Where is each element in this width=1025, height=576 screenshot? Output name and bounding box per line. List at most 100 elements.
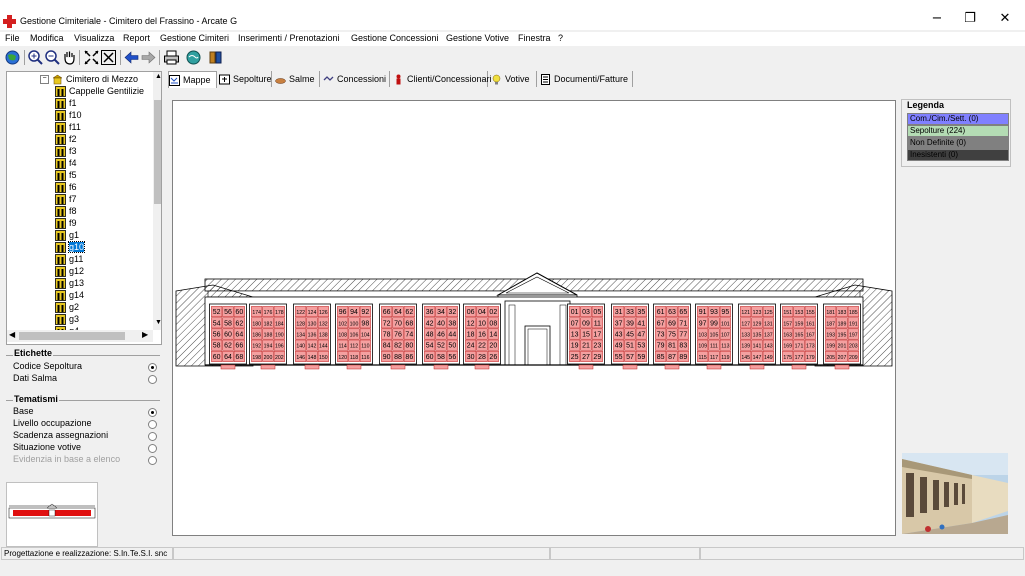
tree-item[interactable]: Cappelle Gentilizie (55, 86, 144, 98)
niche-code: 38 (448, 320, 456, 327)
tree-item[interactable]: f9 (55, 218, 77, 230)
fit-extent-icon[interactable] (83, 49, 100, 66)
full-extent-icon[interactable] (100, 49, 117, 66)
zoom-out-icon[interactable] (44, 49, 61, 66)
tab-sepolture[interactable]: Sepolture (219, 71, 272, 87)
minimize-button[interactable]: − (919, 8, 955, 30)
tree-item[interactable]: g10 (55, 241, 86, 254)
menu-modifica[interactable]: Modifica (30, 33, 64, 43)
niche-code: 88 (394, 354, 402, 361)
tematismi-radio[interactable] (148, 456, 157, 465)
menu-report[interactable]: Report (123, 33, 150, 43)
arcade-section-icon (55, 290, 66, 302)
scroll-left-icon[interactable]: ◀ (9, 330, 15, 339)
map-globe-icon[interactable] (185, 49, 202, 66)
tematismi-option-label[interactable]: Livello occupazione (13, 418, 92, 428)
cemetery-map[interactable]: 52 56 60 54 58 62 56 60 64 58 62 66 60 64 68 174 176 178 1… (172, 100, 896, 536)
tab-mappe[interactable]: Mappe (168, 71, 217, 88)
etichette-option-label[interactable]: Codice Sepoltura (13, 361, 82, 371)
tematismi-option-label[interactable]: Situazione votive (13, 442, 81, 452)
tab-votive[interactable]: Votive (491, 71, 537, 87)
niche-code: 200 (264, 355, 273, 361)
niche-code: 176 (264, 310, 273, 316)
tree-item[interactable]: f5 (55, 170, 77, 182)
menu-visualizza[interactable]: Visualizza (74, 33, 114, 43)
restore-button[interactable]: ❐ (952, 8, 988, 30)
tab-concessioni[interactable]: Concessioni (323, 71, 390, 87)
tree-vertical-scrollbar[interactable]: ▲ ▼ (153, 72, 161, 330)
menu-gestione-votive[interactable]: Gestione Votive (446, 33, 509, 43)
menu-gestione-cimiteri[interactable]: Gestione Cimiteri (160, 33, 229, 43)
tree-item[interactable]: f3 (55, 146, 77, 158)
tematismi-option-label[interactable]: Base (13, 406, 34, 416)
niche-code: 68 (235, 354, 243, 361)
tree-item[interactable]: f10 (55, 110, 82, 122)
niche-code: 76 (394, 332, 402, 339)
tab-salme[interactable]: Salme (275, 71, 320, 87)
arcade-section-icon (55, 218, 66, 230)
niche-code: 86 (405, 354, 413, 361)
etichette-radio[interactable] (148, 363, 157, 372)
niche-code: 119 (721, 355, 729, 361)
arcade-section-icon (55, 122, 66, 134)
niche-code: 67 (657, 320, 665, 327)
tematismi-radio[interactable] (148, 444, 157, 453)
menu-file[interactable]: File (5, 33, 20, 43)
scroll-right-icon[interactable]: ▶ (142, 330, 148, 339)
globe-icon[interactable] (4, 49, 21, 66)
overview-minimap[interactable] (6, 482, 98, 547)
tree-item[interactable]: g1 (55, 230, 79, 242)
menu-finestra[interactable]: Finestra (518, 33, 551, 43)
tree-scroll-thumb[interactable] (154, 100, 161, 204)
tree-root[interactable]: − Cimitero di Mezzo (40, 74, 138, 86)
tematismi-radio[interactable] (148, 420, 157, 429)
tree-item[interactable]: f6 (55, 182, 77, 194)
scroll-down-icon[interactable]: ▼ (155, 319, 161, 326)
collapse-icon[interactable]: − (40, 75, 49, 85)
niche-code: 190 (275, 333, 284, 339)
tab-clienti-concessionari[interactable]: Clienti/Concessionari (393, 71, 492, 87)
niche-code: 136 (308, 333, 317, 339)
tree-item[interactable]: f1 (55, 98, 77, 110)
tree-hscroll-thumb[interactable] (19, 332, 125, 340)
tematismi-radio[interactable] (148, 432, 157, 441)
menu-inserimenti-prenotazioni[interactable]: Inserimenti / Prenotazioni (238, 33, 340, 43)
scroll-up-icon[interactable]: ▲ (155, 73, 161, 80)
tree-item[interactable]: f11 (55, 122, 81, 134)
tree-item[interactable]: f4 (55, 158, 77, 170)
pan-hand-icon[interactable] (61, 49, 78, 66)
tematismi-option-label[interactable]: Evidenzia in base a elenco (13, 454, 120, 464)
close-button[interactable]: ✕ (987, 8, 1023, 30)
menu-gestione-concessioni[interactable]: Gestione Concessioni (351, 33, 439, 43)
menu-help[interactable]: ? (558, 33, 563, 43)
etichette-option-label[interactable]: Dati Salma (13, 373, 57, 383)
tree-item[interactable]: g11 (55, 254, 83, 266)
tree-item[interactable]: g3 (55, 314, 79, 326)
cemetery-tree[interactable]: − Cimitero di Mezzo Cappelle Gentilizie f1… (6, 71, 162, 345)
tree-item[interactable]: g14 (55, 290, 84, 302)
niche-code: 101 (721, 321, 730, 327)
tools-icon[interactable] (207, 49, 224, 66)
tree-item[interactable]: g12 (55, 266, 84, 278)
niche-code: 27 (582, 354, 590, 361)
back-arrow-icon[interactable] (123, 49, 140, 66)
tree-item[interactable]: f2 (55, 134, 77, 146)
zoom-in-icon[interactable] (27, 49, 44, 66)
tree-item[interactable]: f7 (55, 194, 77, 206)
forward-arrow-icon[interactable] (140, 49, 157, 66)
arcade-section-icon (55, 158, 66, 170)
tree-item[interactable]: g13 (55, 278, 84, 290)
tab-label: Votive (505, 74, 530, 84)
etichette-radio[interactable] (148, 375, 157, 384)
niche-code: 69 (668, 320, 676, 327)
tree-horizontal-scrollbar[interactable]: ◀ ▶ (7, 330, 153, 342)
tree-item[interactable]: g2 (55, 302, 79, 314)
tree-item[interactable]: f8 (55, 206, 77, 218)
tematismi-radio[interactable] (148, 408, 157, 417)
arcade-section-icon (55, 146, 66, 158)
niche-code: 100 (350, 321, 359, 327)
niche-code: 01 (571, 309, 579, 316)
tab-documenti-fatture[interactable]: Documenti/Fatture (540, 71, 633, 87)
print-icon[interactable] (163, 49, 180, 66)
tematismi-option-label[interactable]: Scadenza assegnazioni (13, 430, 108, 440)
